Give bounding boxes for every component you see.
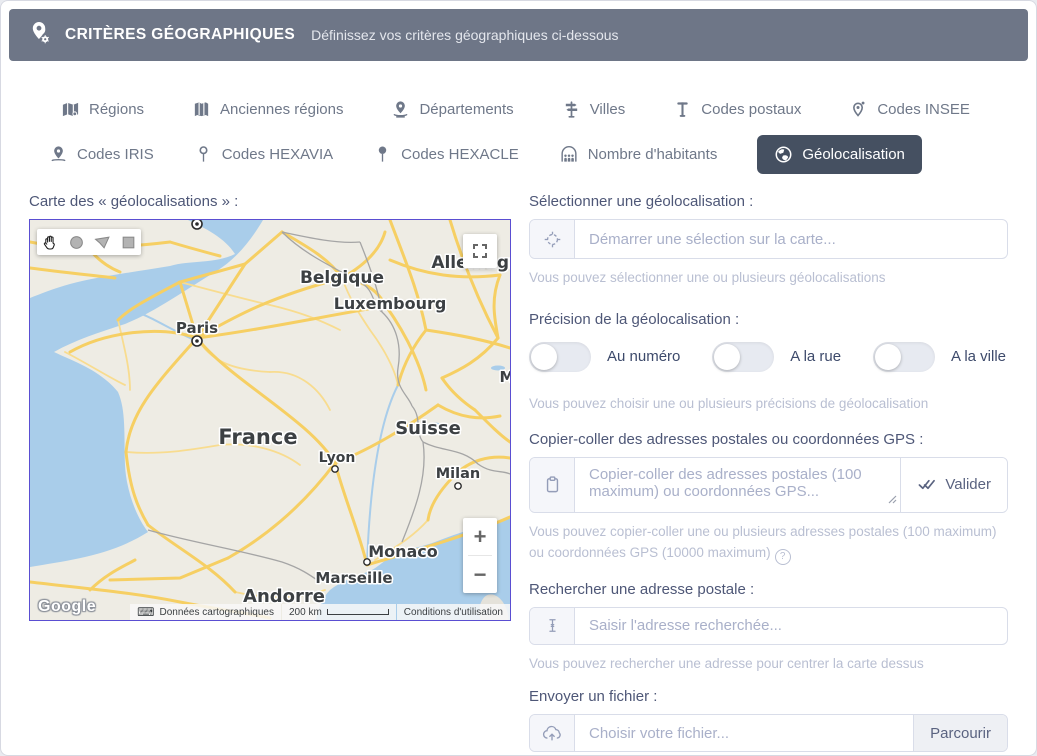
map-scale-text: 200 km	[289, 607, 322, 618]
folded-map-icon	[192, 100, 211, 119]
map-icon	[61, 100, 80, 119]
map-label-france: France	[218, 425, 297, 449]
zoom-out-button[interactable]: −	[463, 556, 497, 593]
map-scale-bar	[327, 609, 389, 615]
toggle-au-numero-label: Au numéro	[607, 348, 680, 365]
search-label: Rechercher une adresse postale :	[529, 581, 1008, 598]
toggle-a-la-ville-label: A la ville	[951, 348, 1006, 365]
street-marker-outline-icon	[194, 145, 213, 164]
map-attribution: ⌨ Données cartographiques 200 km Conditi…	[130, 604, 510, 620]
map-label-lyon: Lyon	[319, 450, 356, 466]
map-label-munich-partial: M	[500, 368, 510, 386]
tab-codes-hexacle[interactable]: Codes HEXACLE	[373, 145, 519, 164]
tab-regions[interactable]: Régions	[61, 100, 144, 119]
map-zoom-control: + −	[463, 518, 497, 593]
population-icon	[559, 145, 579, 164]
tab-departements[interactable]: Départements	[391, 100, 513, 119]
tab-anciennes-regions[interactable]: Anciennes régions	[192, 100, 343, 119]
tab-nombre-habitants[interactable]: Nombre d'habitants	[559, 145, 718, 164]
paste-label: Copier-coller des adresses postales ou c…	[529, 431, 1008, 448]
globe-icon	[774, 145, 793, 164]
panel-header: CRITÈRES GÉOGRAPHIQUES Définissez vos cr…	[9, 9, 1028, 61]
clipboard-icon	[530, 458, 575, 512]
help-icon[interactable]: ?	[775, 549, 791, 565]
pin-dot-icon	[849, 100, 868, 119]
tab-geolocalisation[interactable]: Géolocalisation	[757, 135, 922, 174]
precision-helper: Vous pouvez choisir une ou plusieurs pré…	[529, 394, 1008, 415]
toggle-knob	[531, 344, 557, 370]
fullscreen-icon	[471, 242, 489, 260]
search-address-input[interactable]	[575, 608, 1007, 644]
draw-polygon-tool[interactable]	[89, 229, 115, 255]
map-label-suisse: Suisse	[395, 418, 461, 439]
map-label: Carte des « géolocalisations » :	[29, 193, 509, 210]
toggle-knob	[714, 344, 740, 370]
google-logo: Google	[38, 598, 96, 616]
upload-filename-input[interactable]	[575, 715, 913, 751]
tab-villes[interactable]: Villes	[562, 100, 626, 119]
criteria-tabs: Régions Anciennes régions Départements V…	[1, 89, 1036, 177]
parcourir-button[interactable]: Parcourir	[913, 715, 1007, 751]
toggle-a-la-ville[interactable]	[873, 342, 935, 372]
search-helper: Vous pouvez rechercher une adresse pour …	[529, 654, 1008, 675]
toggle-knob	[875, 344, 901, 370]
draw-rectangle-tool[interactable]	[115, 229, 141, 255]
pan-hand-tool[interactable]	[37, 229, 63, 255]
precision-label: Précision de la géolocalisation :	[529, 311, 1008, 328]
map-fullscreen-button[interactable]	[463, 234, 497, 268]
pin-area-icon	[391, 100, 410, 119]
crosshair-icon	[530, 220, 575, 258]
zoom-in-button[interactable]: +	[463, 518, 497, 555]
select-geo-input[interactable]	[575, 220, 1007, 258]
street-marker-filled-icon	[373, 145, 392, 164]
precision-options: Au numéro A la rue A la ville	[529, 342, 1008, 372]
panel-subtitle: Définissez vos critères géographiques ci…	[311, 27, 618, 43]
upload-label: Envoyer un fichier :	[529, 688, 1008, 705]
paste-textarea[interactable]	[575, 458, 900, 512]
map-label-paris: Paris	[176, 319, 218, 337]
cloud-upload-icon	[530, 715, 575, 751]
toggle-a-la-rue[interactable]	[712, 342, 774, 372]
tab-codes-insee[interactable]: Codes INSEE	[849, 100, 970, 119]
toggle-a-la-rue-label: A la rue	[790, 348, 841, 365]
keyboard-icon: ⌨	[137, 606, 154, 618]
map-label-belgique: Belgique	[300, 268, 384, 288]
signpost-icon	[562, 100, 581, 119]
pin-ground-icon	[49, 145, 68, 164]
paste-helper: Vous pouvez copier-coller une ou plusieu…	[529, 522, 1008, 565]
map-label-marseille: Marseille	[315, 569, 392, 587]
tab-codes-hexavia[interactable]: Codes HEXAVIA	[194, 145, 333, 164]
map-draw-toolbar	[37, 229, 141, 255]
geographic-criteria-panel: CRITÈRES GÉOGRAPHIQUES Définissez vos cr…	[0, 0, 1037, 756]
map-label-monaco: Monaco	[368, 542, 438, 561]
map-canvas: Belgique Luxembourg Allemagne Paris Fran…	[30, 220, 510, 620]
tab-codes-postaux[interactable]: Codes postaux	[673, 100, 801, 119]
select-geo-label: Sélectionner une géolocalisation :	[529, 193, 1008, 210]
text-cursor-icon	[530, 608, 575, 644]
map-terms-link[interactable]: Conditions d'utilisation	[404, 607, 503, 618]
post-icon	[673, 100, 692, 119]
double-check-icon	[917, 476, 936, 493]
map-data-link[interactable]: Données cartographiques	[159, 607, 274, 618]
select-geo-helper: Vous pouvez sélectionner une ou plusieur…	[529, 268, 1008, 289]
toggle-au-numero[interactable]	[529, 342, 591, 372]
panel-title: CRITÈRES GÉOGRAPHIQUES	[65, 26, 295, 44]
tab-codes-iris[interactable]: Codes IRIS	[49, 145, 154, 164]
search-group	[529, 607, 1008, 645]
draw-circle-tool[interactable]	[63, 229, 89, 255]
map-label-luxembourg: Luxembourg	[334, 294, 447, 313]
upload-group: Parcourir	[529, 714, 1008, 752]
pin-gear-icon	[27, 20, 53, 51]
paste-group: Valider	[529, 457, 1008, 513]
valider-button[interactable]: Valider	[900, 458, 1007, 512]
map-label-milan: Milan	[436, 466, 480, 482]
geolocation-map[interactable]: Belgique Luxembourg Allemagne Paris Fran…	[29, 219, 511, 621]
select-geo-group	[529, 219, 1008, 259]
